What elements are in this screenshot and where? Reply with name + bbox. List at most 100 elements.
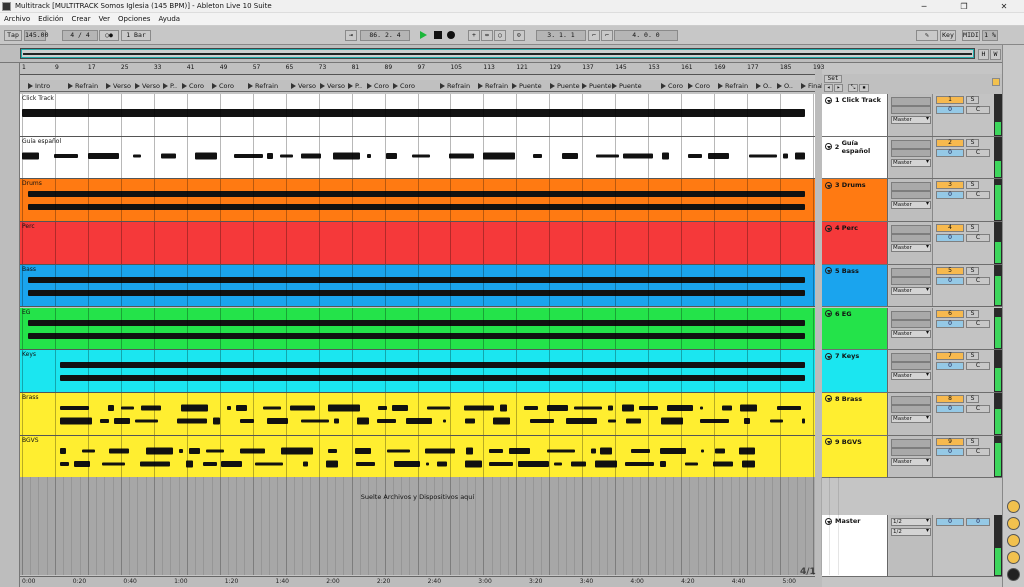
fold-icon[interactable] [825, 267, 832, 275]
output-route[interactable]: Master [891, 329, 931, 338]
overview-strip[interactable] [20, 48, 975, 59]
locator-lane[interactable]: Intro Refrain Verso Verso P.. Coro Coro Refrain… [20, 80, 823, 92]
track-activator[interactable]: 5 [936, 266, 964, 275]
track-title[interactable]: 9 BGVS [822, 435, 888, 478]
track-activator[interactable]: 6 [936, 309, 964, 318]
mixer-track-row[interactable]: 7 Keys Master 7 S 0 C [822, 350, 1002, 393]
mixer-track-row[interactable]: 8 Brass Master 8 S 0 C [822, 392, 1002, 436]
sends-toggle-icon[interactable] [1007, 517, 1020, 530]
set-button[interactable]: Set [824, 75, 842, 83]
master-cue-out[interactable]: 1/2 [891, 518, 931, 526]
volume-field[interactable]: 0 [936, 191, 964, 200]
solo-button[interactable]: S [966, 266, 979, 275]
stop-button[interactable] [434, 31, 442, 39]
key-map-button[interactable]: Key [940, 30, 956, 41]
track-title[interactable]: 4 Perc [822, 222, 888, 264]
arrangement-track[interactable]: Click Track [20, 94, 815, 137]
mixer-track-row[interactable]: 2 Guía español Master 2 S 0 C [822, 136, 1002, 180]
pan-field[interactable]: C [966, 447, 990, 456]
output-route[interactable]: Master [891, 457, 931, 466]
track-title[interactable]: 5 Bass [822, 264, 888, 307]
pan-field[interactable]: C [966, 148, 990, 157]
fold-icon[interactable] [825, 395, 832, 403]
fold-icon[interactable] [825, 143, 832, 151]
locator-marker[interactable]: P.. [163, 82, 177, 90]
automation-arm-button[interactable]: ∞ [481, 30, 493, 41]
menu-archivo[interactable]: Archivo [0, 15, 34, 23]
solo-button[interactable]: S [966, 309, 979, 318]
zoom-width-button[interactable]: W [990, 49, 1001, 60]
input-channel[interactable] [891, 234, 931, 243]
tempo-field[interactable]: 145.00 [24, 30, 48, 41]
output-route[interactable]: Master [891, 201, 931, 210]
arrangement-overview[interactable]: H W [0, 45, 1024, 63]
master-title[interactable]: Master [822, 515, 888, 576]
returns-toggle-icon[interactable] [1007, 534, 1020, 547]
close-button[interactable]: ✕ [984, 0, 1024, 13]
input-channel[interactable] [891, 404, 931, 413]
record-button[interactable] [447, 31, 455, 39]
track-title[interactable]: 8 Brass [822, 392, 888, 435]
locator-marker[interactable]: Puente [612, 82, 642, 90]
output-route[interactable]: Master [891, 116, 931, 124]
arrangement-track[interactable]: BGVS [20, 435, 815, 477]
volume-field[interactable]: 0 [936, 106, 964, 114]
input-channel[interactable] [891, 319, 931, 328]
mixer-track-row[interactable]: 9 BGVS Master 9 S 0 C [822, 435, 1002, 479]
add-button[interactable]: + [468, 30, 480, 41]
track-title[interactable]: 2 Guía español [822, 136, 888, 179]
time-signature-field[interactable]: 4 / 4 [62, 30, 98, 41]
volume-field[interactable]: 0 [936, 404, 964, 413]
mixer-toggle-icon[interactable] [992, 78, 1000, 86]
pan-field[interactable]: C [966, 276, 990, 285]
track-activator[interactable]: 4 [936, 224, 964, 233]
volume-field[interactable]: 0 [936, 148, 964, 157]
output-route[interactable]: Master [891, 286, 931, 295]
menu-edicion[interactable]: Edición [34, 15, 67, 23]
locator-marker[interactable]: Coro [182, 82, 204, 90]
draw-mode-toggle[interactable]: ✎ [916, 30, 938, 41]
output-route[interactable]: Master [891, 244, 931, 253]
loop-start-field[interactable]: 3. 1. 1 [536, 30, 586, 41]
input-channel[interactable] [891, 191, 931, 200]
loop-length-field[interactable]: 4. 0. 0 [614, 30, 678, 41]
arrangement-track[interactable]: Brass [20, 392, 815, 436]
locator-marker[interactable]: Verso [291, 82, 316, 90]
output-route[interactable]: Master [891, 372, 931, 381]
fold-icon[interactable] [825, 181, 832, 189]
locator-marker[interactable]: Final [801, 82, 823, 90]
arrangement-track[interactable]: Perc [20, 222, 815, 265]
locator-marker[interactable]: Puente [550, 82, 580, 90]
track-activator[interactable]: 8 [936, 394, 964, 403]
mixer-track-row[interactable]: 3 Drums Master 3 S 0 C [822, 179, 1002, 223]
menu-ayuda[interactable]: Ayuda [154, 15, 184, 23]
input-channel[interactable] [891, 106, 931, 114]
master-volume[interactable]: 0 [936, 518, 964, 526]
lock-icon[interactable]: ▪ [859, 84, 869, 92]
track-activator[interactable]: 7 [936, 352, 964, 361]
track-activator[interactable]: 9 [936, 437, 964, 446]
pan-field[interactable]: C [966, 106, 990, 114]
fold-icon[interactable] [825, 438, 832, 446]
locator-marker[interactable]: Puente [512, 82, 542, 90]
volume-field[interactable]: 0 [936, 234, 964, 243]
input-type[interactable] [891, 395, 931, 405]
output-route[interactable]: Master [891, 158, 931, 167]
pan-field[interactable]: C [966, 319, 990, 328]
follow-button[interactable]: ⇥ [345, 30, 357, 41]
locator-marker[interactable]: Refrain [718, 82, 748, 90]
minimize-button[interactable]: ─ [904, 0, 944, 13]
locator-marker[interactable]: Verso [106, 82, 131, 90]
time-ruler[interactable]: 0:00 0:20 0:40 1:00 1:20 1:40 2:00 2:20 2:40 3:00… [20, 576, 815, 587]
solo-button[interactable]: S [966, 352, 979, 361]
track-activator[interactable]: 2 [936, 138, 964, 147]
drop-area[interactable]: Suelte Archivos y Dispositivos aquí [20, 477, 839, 575]
pan-field[interactable]: C [966, 362, 990, 371]
beat-time-ruler[interactable]: 1 9 17 25 33 41 49 57 65 73 81 89 97 105 113 121 129 137 1… [20, 63, 824, 75]
mixer-track-row[interactable]: 5 Bass Master 5 S 0 C [822, 264, 1002, 308]
play-button[interactable] [420, 31, 427, 39]
unlink-icon[interactable]: ⤡ [848, 84, 858, 92]
locator-marker[interactable]: Verso [320, 82, 345, 90]
arrangement-track[interactable]: Keys [20, 350, 815, 393]
arrangement-track[interactable]: Guía español [20, 136, 815, 180]
